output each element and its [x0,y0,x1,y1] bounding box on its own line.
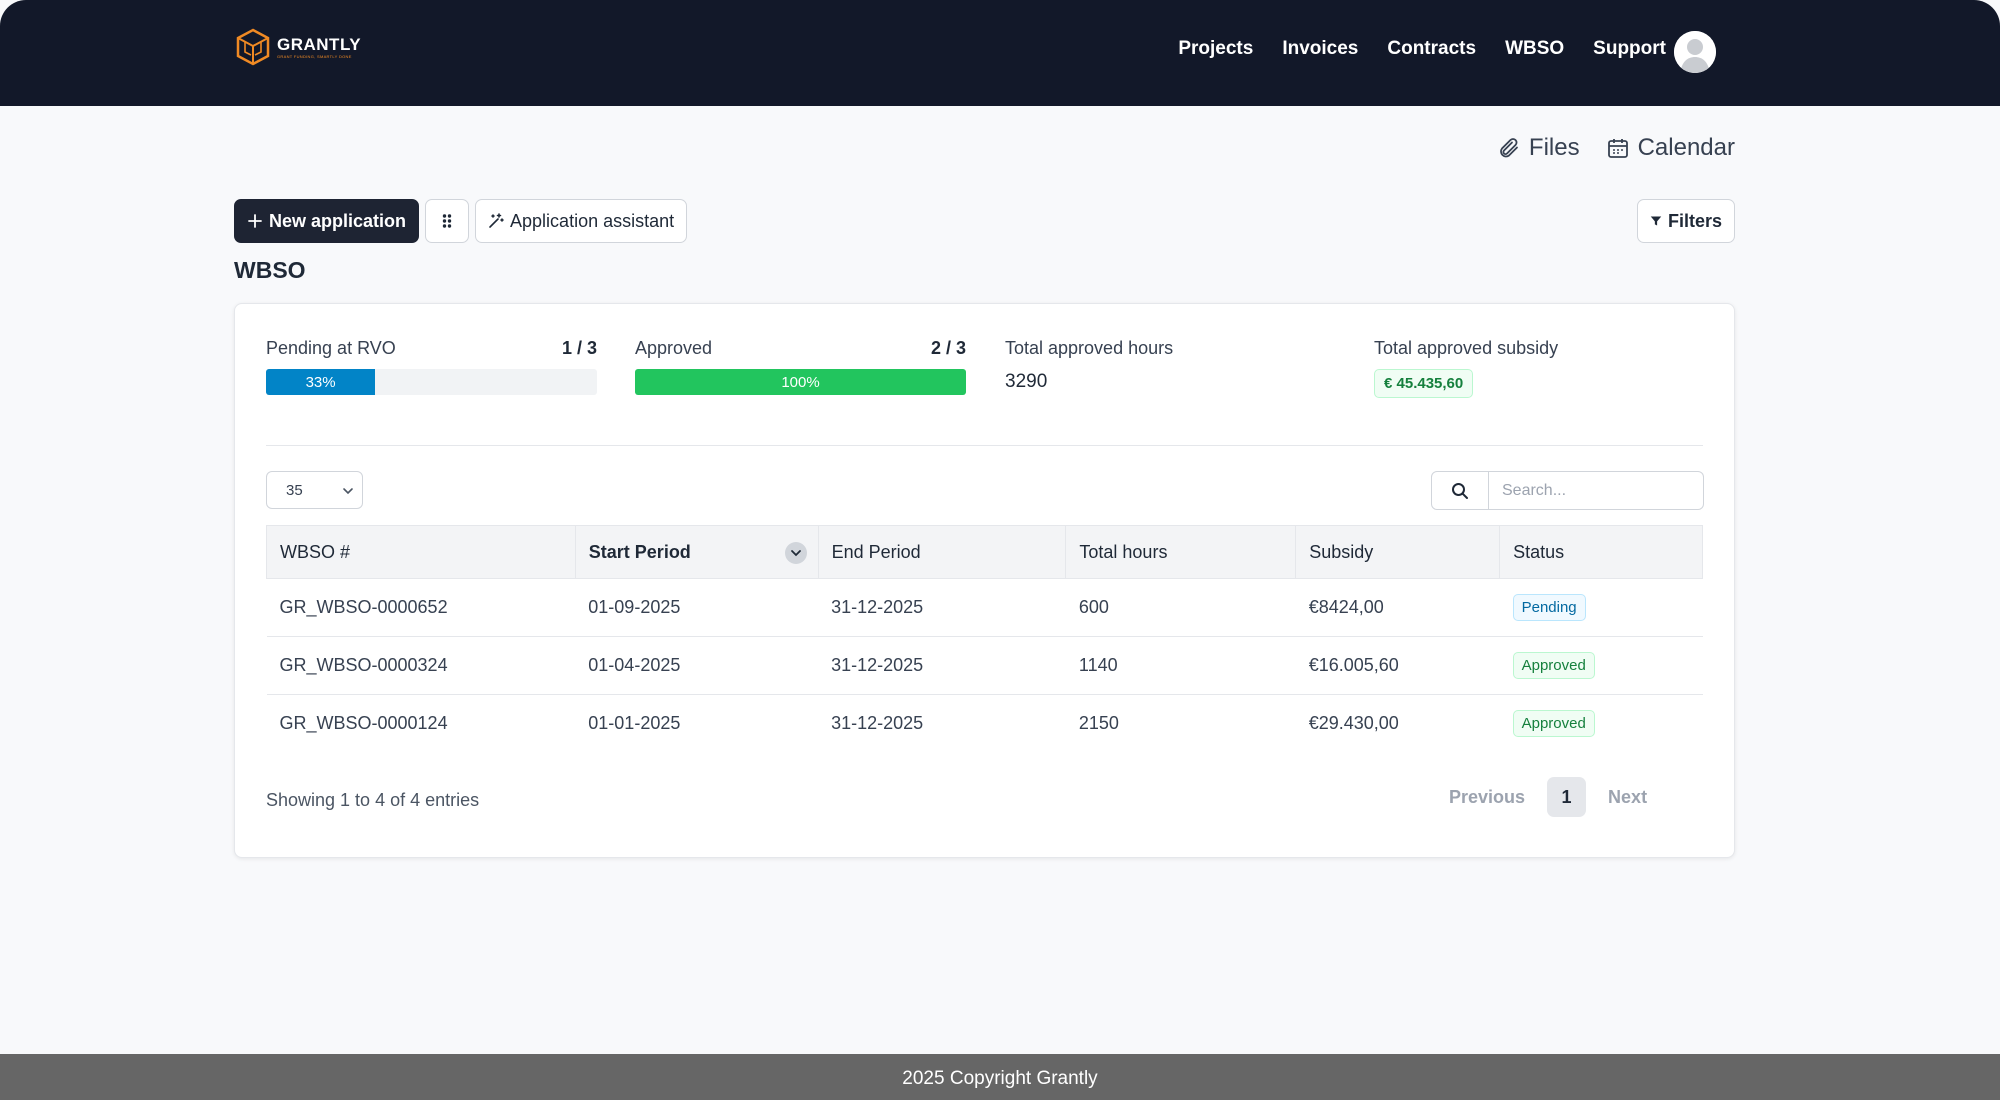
nav-link-support[interactable]: Support [1593,38,1666,60]
column-header-status[interactable]: Status [1499,525,1703,579]
cell-total-hours: 1140 [1065,636,1296,695]
column-header-start-period[interactable]: Start Period [574,525,819,579]
cell-end-period: 31-12-2025 [818,578,1066,637]
approved-stat: Approved 2 / 3 100% [635,338,966,395]
pending-label: Pending at RVO [266,338,396,358]
new-application-button[interactable]: New application [234,199,420,243]
pagination: Previous 1 Next [1449,777,1647,817]
plus-icon [248,214,262,228]
pending-progress-bar: 33% [266,369,597,395]
cell-subsidy: €16.005,60 [1295,636,1500,695]
cell-end-period: 31-12-2025 [831,713,924,734]
approved-label: Approved [635,338,713,358]
table-row[interactable]: GR_WBSO-0000652 01-09-2025 31-12-2025 60… [266,578,1703,637]
nav-link-contracts[interactable]: Contracts [1387,38,1476,60]
divider [266,445,1703,446]
calendar-label: Calendar [1637,134,1735,161]
approved-fraction: 2 / 3 [930,338,966,358]
status-badge: Pending [1512,594,1586,621]
search-input[interactable] [1489,471,1704,510]
nav-link-projects[interactable]: Projects [1178,38,1253,60]
funnel-icon [1650,216,1662,226]
hours-stat: Total approved hours 3290 [1005,338,1336,393]
cell-end-period: 31-12-2025 [818,636,1066,695]
chevron-down-icon [790,550,801,557]
paperclip-icon [1500,138,1518,158]
column-header-total-hours[interactable]: Total hours [1065,525,1297,579]
status-badge: Approved [1512,710,1595,738]
page-size-value: 35 [286,481,303,499]
table-row[interactable]: GR_WBSO-0000324 01-04-2025 31-12-2025 11… [266,636,1703,695]
entries-info: Showing 1 to 4 of 4 entries [266,790,480,810]
column-header-start-period-label: Start Period [588,541,691,562]
brand-tagline: GRANT FUNDING, SMARTLY DONE [277,53,352,59]
wbso-table: WBSO # Start Period End Period Total hou… [266,525,1703,753]
main-nav: Projects Invoices Contracts WBSO Support [1178,38,1666,60]
application-assistant-label: Application assistant [510,210,675,231]
cell-subsidy: €8424,00 [1295,578,1500,637]
nav-link-invoices[interactable]: Invoices [1282,38,1358,60]
nav-link-wbso[interactable]: WBSO [1505,38,1564,60]
page-title: WBSO [234,257,306,283]
pending-progress-fill: 33% [266,369,376,395]
grid-menu-button[interactable] [425,199,470,243]
cell-start-period: 01-01-2025 [588,713,681,734]
cell-total-hours: 600 [1065,578,1296,637]
subsidy-label: Total approved subsidy [1374,338,1559,358]
files-label: Files [1528,134,1580,161]
subsidy-stat: Total approved subsidy € 45.435,60 [1374,338,1705,398]
new-application-label: New application [269,210,407,231]
cell-wbso-id: GR_WBSO-0000652 [266,578,576,637]
pending-fraction: 1 / 3 [561,338,597,358]
top-navbar: GRANTLY GRANT FUNDING, SMARTLY DONE Proj… [0,0,2000,106]
quick-links: Files Calendar [1497,134,1735,162]
cell-status: Approved [1499,636,1703,695]
brand-logo[interactable]: GRANTLY GRANT FUNDING, SMARTLY DONE [235,28,361,66]
filters-button[interactable]: Filters [1637,199,1735,243]
cell-wbso-id: GR_WBSO-0000124 [279,713,448,734]
files-link[interactable]: Files [1497,134,1580,162]
action-toolbar: New application Application assistant [234,199,688,243]
cell-subsidy: €29.430,00 [1308,713,1399,734]
application-assistant-button[interactable]: Application assistant [475,199,688,243]
wbso-card: Pending at RVO 1 / 3 33% Approved 2 / 3 … [234,303,1735,858]
cell-start-period: 01-04-2025 [575,636,819,695]
pagination-page-1[interactable]: 1 [1547,777,1587,817]
table-row[interactable]: GR_WBSO-0000124 01-01-2025 31-12-2025 21… [267,695,1703,753]
filters-label: Filters [1667,210,1722,231]
pagination-previous[interactable]: Previous [1449,787,1525,808]
user-avatar[interactable] [1674,31,1716,73]
magic-wand-icon [489,213,504,228]
cell-status: Approved [1500,695,1703,753]
approved-progress-bar: 100% [635,369,966,395]
hours-label: Total approved hours [1005,338,1174,358]
hours-value: 3290 [1005,371,1048,392]
cell-status: Pending [1499,578,1703,637]
column-header-wbso[interactable]: WBSO # [266,525,576,579]
status-badge: Approved [1512,652,1595,679]
grantly-cube-logo-icon [236,28,270,66]
page-size-select[interactable]: 35 [266,471,363,509]
approved-progress-fill: 100% [635,369,966,395]
search-group [1431,471,1704,510]
grip-dots-icon [442,214,452,228]
chevron-down-icon [343,488,353,495]
user-avatar-icon [1674,31,1716,73]
cell-wbso-id: GR_WBSO-0000324 [266,636,576,695]
column-header-end-period[interactable]: End Period [817,525,1067,579]
pending-stat: Pending at RVO 1 / 3 33% [266,338,597,395]
search-icon [1452,482,1468,499]
search-button[interactable] [1431,471,1489,510]
table-header-row: WBSO # Start Period End Period Total hou… [266,525,1703,579]
cell-total-hours: 2150 [1078,713,1119,734]
footer-copyright: 2025 Copyright Grantly [0,1054,2000,1100]
cell-start-period: 01-09-2025 [575,578,819,637]
pagination-next[interactable]: Next [1608,787,1647,808]
sort-toggle[interactable] [784,542,807,564]
brand-name: GRANTLY [277,34,362,54]
calendar-icon [1607,139,1628,158]
calendar-link[interactable]: Calendar [1606,134,1735,162]
column-header-subsidy[interactable]: Subsidy [1295,525,1501,579]
subsidy-value-badge: € 45.435,60 [1374,369,1474,398]
